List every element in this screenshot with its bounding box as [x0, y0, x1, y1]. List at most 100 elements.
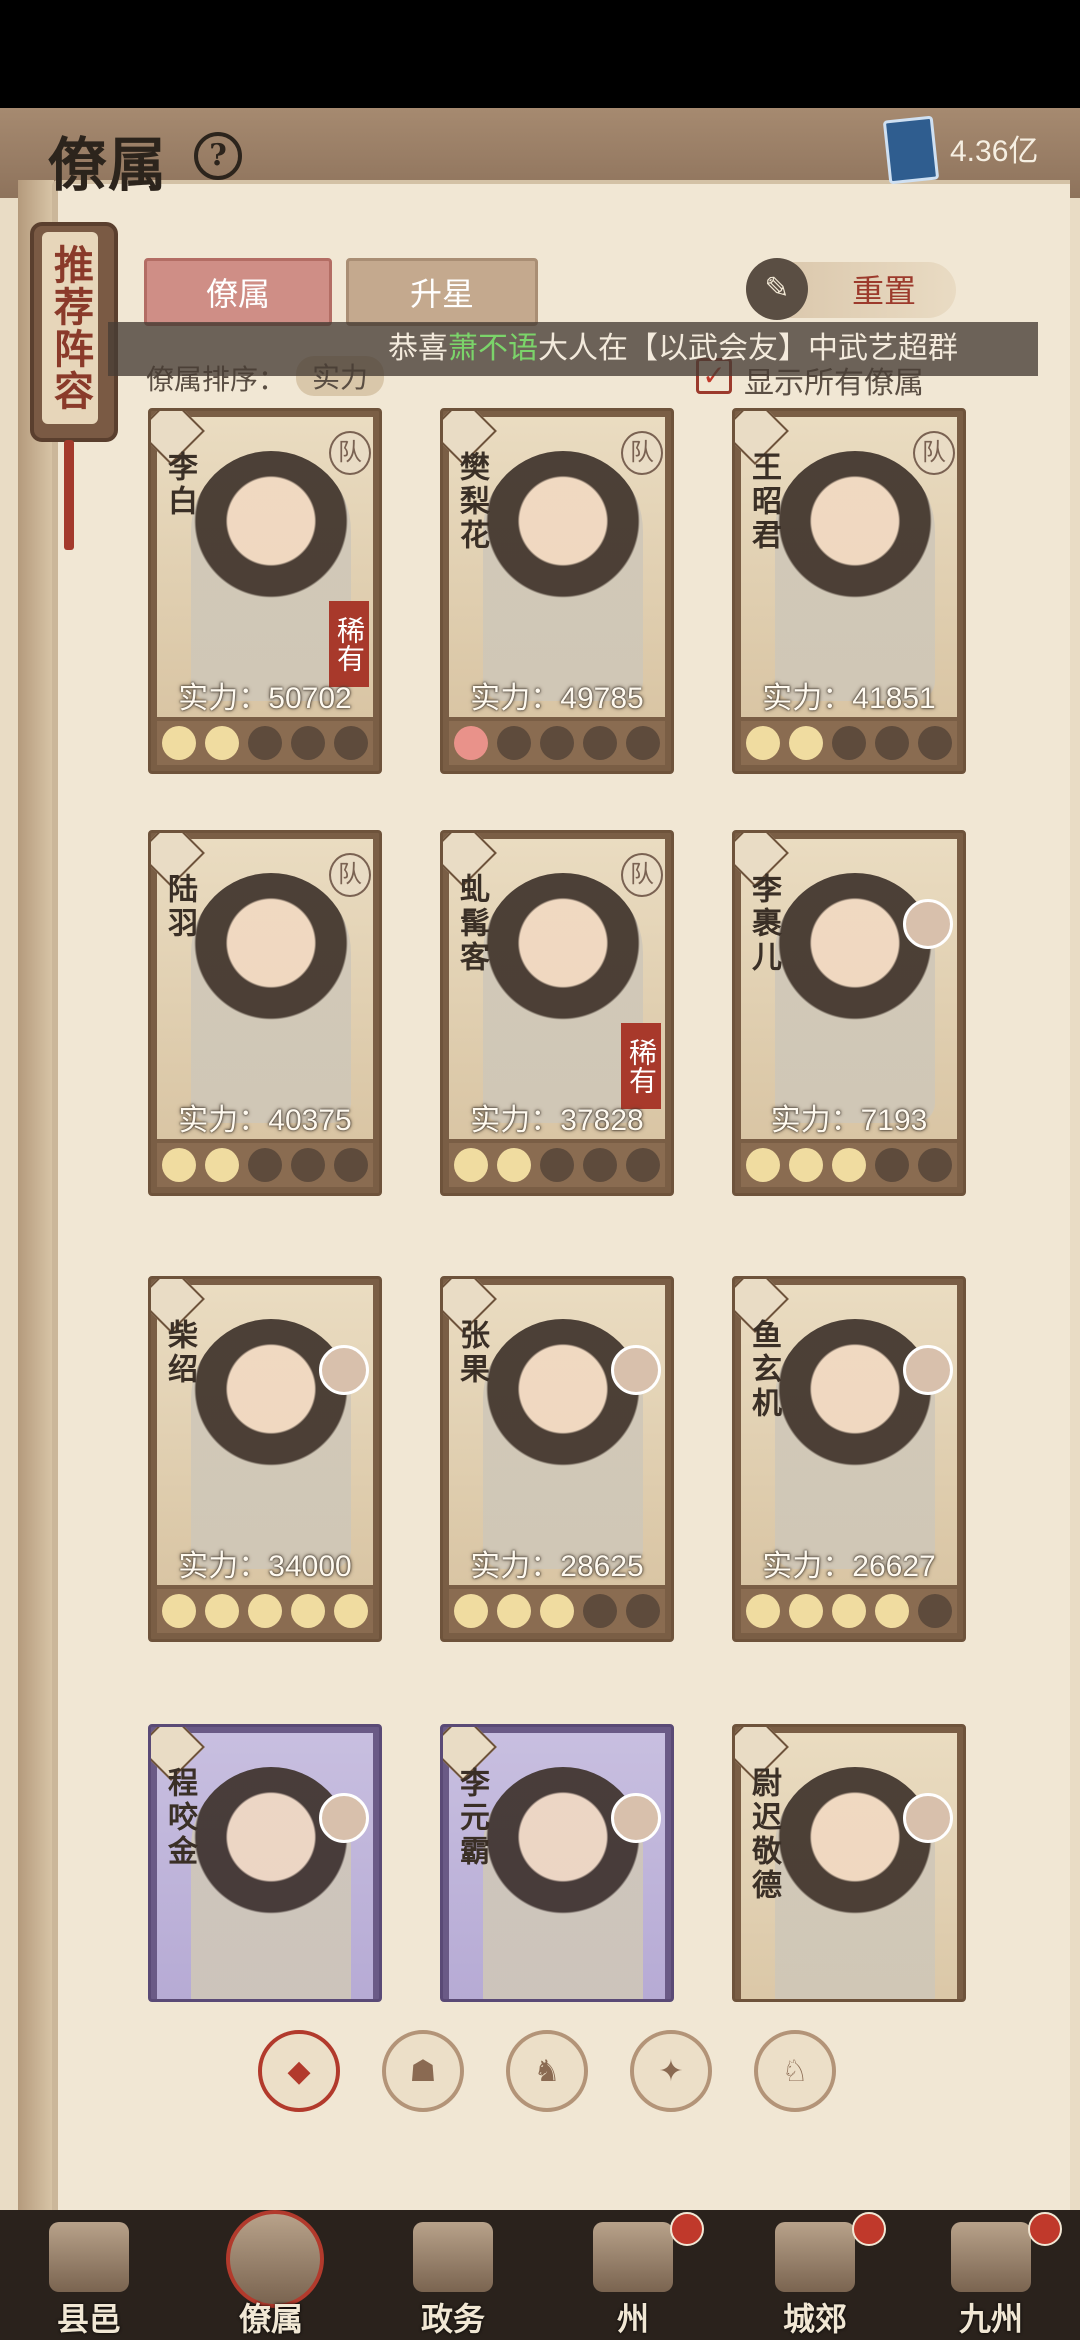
star-moon-icon [496, 726, 531, 760]
star-moon-icon [453, 1148, 488, 1182]
nine-provinces-icon [951, 2222, 1031, 2292]
star-moon-icon [334, 1148, 369, 1182]
retainer-power: 实力：28625 [470, 1550, 644, 1583]
affairs-icon [413, 2222, 493, 2292]
star-moon-icon [626, 1148, 661, 1182]
reset-label: 重置 [852, 272, 917, 310]
nav-affairs-label: 政务 [420, 2300, 485, 2338]
star-moon-icon [583, 1594, 618, 1628]
retainer-power: 实力：50702 [178, 682, 352, 715]
star-moon-icon [496, 1594, 531, 1628]
filter-type-3-icon[interactable]: ✦ [630, 2030, 712, 2112]
retainer-figure [775, 451, 935, 701]
filter-all-icon[interactable]: ◆ [258, 2030, 340, 2112]
retainer-name: 李白 [162, 451, 197, 519]
star-moon-icon [453, 726, 488, 760]
retainer-power: 实力：40375 [178, 1104, 352, 1137]
star-moon-icon [247, 1594, 282, 1628]
star-moon-icon [745, 1148, 780, 1182]
star-track [741, 1589, 957, 1633]
tab-retainers[interactable]: 僚属 [144, 258, 332, 326]
star-moon-icon [161, 1148, 196, 1182]
retainer-name: 虬髯客 [454, 873, 489, 975]
star-moon-icon [875, 726, 910, 760]
star-moon-icon [918, 1594, 953, 1628]
nav-prefecture[interactable]: 州 [558, 2210, 708, 2340]
nav-county-label: 县邑 [56, 2300, 121, 2338]
filter-type-4-icon[interactable]: ♘ [754, 2030, 836, 2112]
nav-nine-provinces[interactable]: 九州 [916, 2210, 1066, 2340]
marquee-player-name: 萧不语 [448, 331, 538, 366]
retainer-name: 鱼玄机 [746, 1319, 781, 1421]
partner-avatar-icon [903, 1793, 953, 1843]
retainer-power: 实力：26627 [762, 1550, 936, 1583]
retainer-card[interactable]: 陆羽 队实力：40375 [148, 830, 382, 1196]
nav-retainers-label: 僚属 [238, 2300, 303, 2338]
star-moon-icon [539, 1148, 574, 1182]
team-badge-icon: 队 [329, 853, 371, 897]
star-track [741, 721, 957, 765]
retainer-name: 李元霸 [454, 1767, 489, 1869]
notification-dot [852, 2212, 886, 2246]
marquee-post: 大人在【以武会友】中武艺超群 [538, 331, 958, 366]
prefecture-icon [593, 2222, 673, 2292]
star-moon-icon [745, 1594, 780, 1628]
star-moon-icon [788, 1594, 823, 1628]
team-badge-icon: 队 [621, 853, 663, 897]
partner-avatar-icon [319, 1793, 369, 1843]
star-track [449, 721, 665, 765]
retainer-card[interactable]: 柴绍 实力：34000 [148, 1276, 382, 1642]
retainer-name: 柴绍 [162, 1319, 197, 1387]
partner-avatar-icon [611, 1793, 661, 1843]
reset-icon: ✎ [746, 258, 808, 320]
retainer-name: 陆羽 [162, 873, 197, 941]
retainer-figure [191, 451, 351, 701]
status-bar [0, 0, 1080, 108]
recommend-lineup-label: 推荐阵容 [42, 232, 98, 424]
retainer-name: 李裹儿 [746, 873, 781, 975]
retainer-card[interactable]: 程咬金 [148, 1724, 382, 2002]
retainer-card[interactable]: 李元霸 [440, 1724, 674, 2002]
star-moon-icon [583, 1148, 618, 1182]
retainer-card[interactable]: 李白队稀有 实力：50702 [148, 408, 382, 774]
team-badge-icon: 队 [329, 431, 371, 475]
star-moon-icon [291, 726, 326, 760]
star-moon-icon [291, 1148, 326, 1182]
currency-book-icon [882, 115, 940, 185]
retainer-card[interactable]: 王昭君 队实力：41851 [732, 408, 966, 774]
star-track [741, 1143, 957, 1187]
retainer-name: 张果 [454, 1319, 489, 1387]
star-moon-icon [539, 726, 574, 760]
star-moon-icon [788, 1148, 823, 1182]
tassel-decoration [64, 440, 74, 550]
star-moon-icon [161, 726, 196, 760]
suburbs-icon [775, 2222, 855, 2292]
retainer-name: 樊梨花 [454, 451, 489, 553]
retainer-card[interactable]: 樊梨花 队实力：49785 [440, 408, 674, 774]
filter-type-1-icon[interactable]: ☗ [382, 2030, 464, 2112]
nav-suburbs[interactable]: 城郊 [740, 2210, 890, 2340]
help-icon[interactable]: ? [194, 132, 242, 180]
star-moon-icon [626, 1594, 661, 1628]
retainer-card[interactable]: 虬髯客队稀有 实力：37828 [440, 830, 674, 1196]
notification-dot [670, 2212, 704, 2246]
nav-county[interactable]: 县邑 [14, 2210, 164, 2340]
retainer-power: 实力：49785 [470, 682, 644, 715]
nav-retainers[interactable]: 僚属 [196, 2210, 346, 2340]
filter-type-2-icon[interactable]: ♞ [506, 2030, 588, 2112]
star-moon-icon [453, 1594, 488, 1628]
retainer-name: 尉迟敬德 [746, 1767, 781, 1903]
retainer-card[interactable]: 张果实力：28625 [440, 1276, 674, 1642]
star-moon-icon [539, 1594, 574, 1628]
star-moon-icon [291, 1594, 326, 1628]
tab-star-up[interactable]: 升星 [346, 258, 538, 326]
star-moon-icon [334, 1594, 369, 1628]
retainer-card[interactable]: 尉迟敬德 [732, 1724, 966, 2002]
nav-suburbs-label: 城郊 [782, 2300, 847, 2338]
nav-affairs[interactable]: 政务 [378, 2210, 528, 2340]
retainer-card[interactable]: 李裹儿 实力：7193 [732, 830, 966, 1196]
star-moon-icon [334, 726, 369, 760]
partner-avatar-icon [319, 1345, 369, 1395]
star-moon-icon [831, 1148, 866, 1182]
retainer-card[interactable]: 鱼玄机实力：26627 [732, 1276, 966, 1642]
